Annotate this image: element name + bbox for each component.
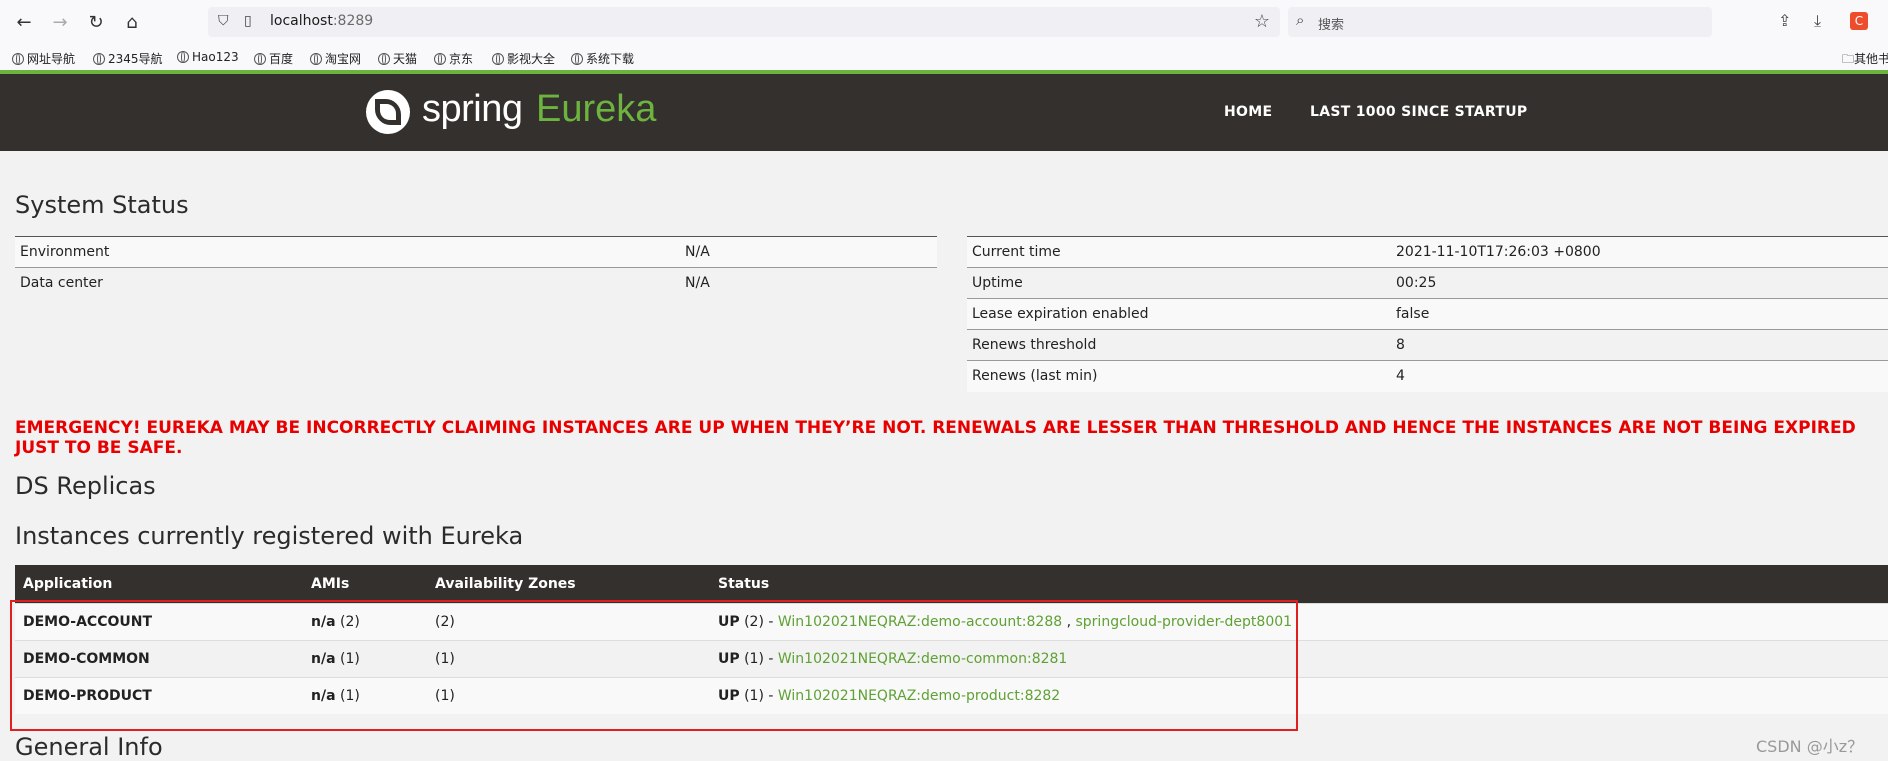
- bookmark-item[interactable]: 系统下载: [571, 50, 634, 67]
- bookmark-item[interactable]: Hao123: [177, 50, 239, 64]
- bookmark-item[interactable]: 淘宝网: [310, 50, 361, 67]
- system-status-right-table: Current time 2021-11-10T17:26:03 +0800 U…: [967, 236, 1888, 392]
- table-row: Renews threshold 8: [967, 329, 1888, 361]
- bookmark-star-icon[interactable]: ☆: [1254, 11, 1270, 32]
- globe-icon: [378, 53, 390, 65]
- globe-icon: [310, 53, 322, 65]
- globe-icon: [492, 53, 504, 65]
- bookmark-item[interactable]: 网址导航: [12, 50, 75, 67]
- status-label: Data center: [15, 267, 680, 299]
- status-label: Lease expiration enabled: [967, 298, 1391, 330]
- status-value: false: [1391, 298, 1888, 330]
- spring-leaf-icon: [366, 90, 410, 134]
- bookmark-item[interactable]: 影视大全: [492, 50, 555, 67]
- column-header: Status: [710, 565, 1888, 603]
- status-label: Environment: [15, 236, 680, 268]
- globe-icon: [93, 53, 105, 65]
- extension-icon[interactable]: C: [1850, 12, 1868, 30]
- column-header: AMIs: [303, 565, 427, 603]
- table-row: Renews (last min) 4: [967, 360, 1888, 392]
- logo-eureka-text: Eureka: [536, 88, 657, 130]
- globe-icon: [12, 53, 24, 65]
- table-row: Uptime 00:25: [967, 267, 1888, 299]
- url-text[interactable]: localhost:8289: [270, 13, 373, 29]
- column-header: Availability Zones: [427, 565, 710, 603]
- ds-replicas-title: DS Replicas: [15, 472, 156, 500]
- url-port: :8289: [332, 13, 374, 29]
- shield-icon[interactable]: ⛉: [218, 13, 229, 29]
- status-label: Uptime: [967, 267, 1391, 299]
- emergency-warning: EMERGENCY! EUREKA MAY BE INCORRECTLY CLA…: [15, 418, 1856, 458]
- status-value: 00:25: [1391, 267, 1888, 299]
- status-value: 8: [1391, 329, 1888, 361]
- share-icon[interactable]: ⇪: [1778, 11, 1791, 30]
- other-bookmarks[interactable]: 🗀其他书: [1842, 50, 1888, 71]
- instances-title: Instances currently registered with Eure…: [15, 522, 524, 550]
- status-value: N/A: [680, 267, 937, 299]
- bookmarks-bar: 网址导航 2345导航 Hao123 百度 淘宝网 天猫 京东 影视大全 系统下…: [0, 46, 1888, 70]
- folder-icon: 🗀: [1842, 52, 1855, 66]
- download-icon[interactable]: ⤓: [1814, 11, 1821, 31]
- csdn-watermark: CSDN @小z？: [1756, 737, 1864, 756]
- table-row: Lease expiration enabled false: [967, 298, 1888, 330]
- globe-icon: [571, 53, 583, 65]
- column-header: Application: [15, 565, 303, 603]
- status-label: Renews threshold: [967, 329, 1391, 361]
- forward-arrow-icon[interactable]: →: [48, 11, 72, 35]
- table-header-row: Application AMIs Availability Zones Stat…: [15, 565, 1888, 603]
- nav-last-1000[interactable]: LAST 1000 SINCE STARTUP: [1310, 104, 1527, 120]
- eureka-header: spring Eureka HOME LAST 1000 SINCE START…: [0, 74, 1888, 151]
- home-icon[interactable]: ⌂: [120, 11, 144, 35]
- browser-toolbar: ← → ↻ ⌂ ⛉ ▯ localhost:8289 ☆ ⌕ 搜索 ⇪ ⤓ C: [0, 0, 1888, 46]
- back-arrow-icon[interactable]: ←: [12, 11, 36, 35]
- bookmark-item[interactable]: 2345导航: [93, 50, 163, 67]
- url-host: localhost: [270, 13, 333, 29]
- search-placeholder: 搜索: [1318, 18, 1345, 33]
- status-value: 4: [1391, 360, 1888, 392]
- status-label: Current time: [967, 236, 1391, 268]
- status-value: 2021-11-10T17:26:03 +0800: [1391, 236, 1888, 268]
- reload-icon[interactable]: ↻: [84, 11, 108, 35]
- highlight-annotation-box: [10, 600, 1298, 731]
- globe-icon: [434, 53, 446, 65]
- globe-icon: [254, 53, 266, 65]
- logo-spring-text: spring: [422, 88, 523, 130]
- table-row: Current time 2021-11-10T17:26:03 +0800: [967, 236, 1888, 268]
- search-bar[interactable]: ⌕ 搜索: [1288, 7, 1712, 37]
- status-value: N/A: [680, 236, 937, 268]
- url-bar[interactable]: ⛉ ▯ localhost:8289 ☆: [208, 7, 1280, 37]
- page-icon[interactable]: ▯: [244, 13, 252, 29]
- bookmark-item[interactable]: 百度: [254, 50, 293, 67]
- table-row: Environment N/A: [15, 236, 937, 268]
- bookmark-item[interactable]: 天猫: [378, 50, 417, 67]
- bookmark-item[interactable]: 京东: [434, 50, 473, 67]
- table-row: Data center N/A: [15, 267, 937, 299]
- nav-home[interactable]: HOME: [1224, 104, 1272, 120]
- system-status-left-table: Environment N/A Data center N/A: [15, 236, 937, 299]
- general-info-title: General Info: [15, 733, 163, 761]
- search-icon: ⌕: [1296, 11, 1305, 29]
- globe-icon: [177, 51, 189, 63]
- system-status-title: System Status: [15, 191, 189, 219]
- status-label: Renews (last min): [967, 360, 1391, 392]
